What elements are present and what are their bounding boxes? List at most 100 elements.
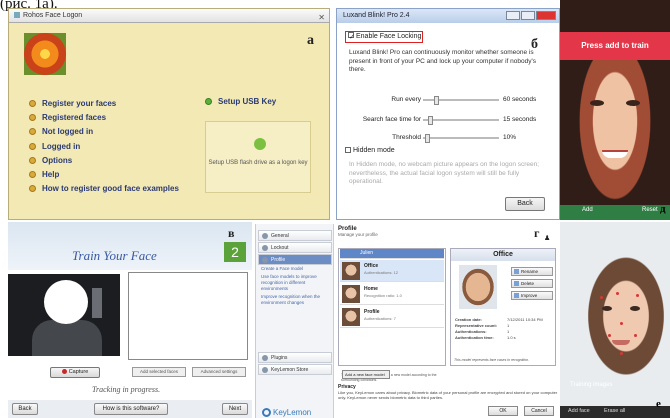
face-eye bbox=[630, 306, 640, 311]
slider-knob[interactable] bbox=[433, 96, 439, 105]
bullet-icon bbox=[205, 98, 212, 105]
menu-help[interactable]: Help bbox=[29, 168, 179, 182]
luxand-blink-window: Luxand Blink! Pro 2.4 б ✓Enable Face Loc… bbox=[336, 8, 560, 220]
next-button[interactable]: Next bbox=[222, 403, 248, 415]
landmark-dot bbox=[636, 294, 639, 297]
delete-button[interactable]: Delete bbox=[511, 279, 553, 288]
landmark-dot bbox=[620, 322, 623, 325]
list-item[interactable]: Home Recognition ratio: 1.0 bbox=[340, 283, 444, 305]
list-header: Julien bbox=[340, 249, 444, 259]
list-item[interactable]: Office Authentications: 12 bbox=[340, 260, 444, 282]
improve-button[interactable]: Improve bbox=[511, 291, 553, 300]
page-subtitle: Manage your profile bbox=[338, 232, 378, 237]
general-icon bbox=[262, 233, 268, 239]
face-lips bbox=[612, 340, 630, 345]
sidebar-item-lockout[interactable]: Lockout bbox=[258, 242, 332, 253]
usb-setup-box[interactable]: Setup USB flash drive as a logon key bbox=[205, 121, 311, 193]
title-bar: Rohos Face Logon ✕ bbox=[9, 9, 329, 23]
lock-icon bbox=[262, 245, 268, 251]
menu-register-faces[interactable]: Register your faces bbox=[29, 97, 179, 111]
sidebar-item-profile[interactable]: Profile bbox=[258, 254, 332, 265]
privacy-section: Privacy Like you, KeyLemon cares about pr… bbox=[338, 384, 558, 401]
add-button[interactable]: Add bbox=[582, 207, 593, 213]
checkbox-icon: ✓ bbox=[348, 32, 355, 41]
search-time-slider[interactable] bbox=[423, 116, 499, 125]
bullet-icon bbox=[29, 170, 36, 178]
menu-not-logged-in[interactable]: Not logged in bbox=[29, 125, 179, 139]
menu-logged-in[interactable]: Logged in bbox=[29, 140, 179, 154]
person-body bbox=[32, 320, 102, 356]
footer: Back How is this software? Next bbox=[8, 400, 252, 418]
bullet-icon bbox=[29, 142, 36, 150]
maximize-button[interactable] bbox=[521, 11, 535, 20]
sidebar: General Lockout Profile Create a Face mo… bbox=[256, 224, 334, 418]
detail-title: Office bbox=[451, 249, 555, 261]
sidebar-item-store[interactable]: KeyLemon Store bbox=[258, 364, 332, 375]
press-add-banner: Press add to train bbox=[560, 32, 670, 60]
reset-button[interactable]: Reset bbox=[642, 207, 658, 213]
webcam-preview bbox=[8, 274, 120, 356]
face-model-list: Julien Office Authentications: 12 Home Rec… bbox=[338, 248, 446, 382]
bullet-icon bbox=[29, 156, 36, 164]
keylemon-logo: KeyLemon bbox=[262, 408, 311, 417]
tracking-status: Tracking in progress. bbox=[92, 385, 161, 394]
enable-face-locking-checkbox[interactable]: ✓Enable Face Locking bbox=[345, 31, 423, 43]
minimize-button[interactable] bbox=[506, 11, 520, 20]
threshold-slider[interactable] bbox=[423, 134, 499, 143]
store-icon bbox=[262, 367, 268, 373]
add-face-model-button[interactable]: Add a new face model bbox=[342, 370, 390, 379]
window-title: Luxand Blink! Pro 2.4 bbox=[343, 12, 410, 19]
landmark-dot bbox=[616, 292, 619, 295]
erase-all-button[interactable]: Erase all bbox=[604, 408, 625, 414]
face-mesh-photo: Training images Add face Erase all е bbox=[560, 222, 670, 418]
hidden-mode-description: In Hidden mode, no webcam picture appear… bbox=[349, 161, 540, 185]
close-icon[interactable]: ✕ bbox=[318, 11, 325, 25]
slider-knob[interactable] bbox=[424, 134, 430, 143]
step-badge: 2 bbox=[224, 242, 246, 262]
description-text: Luxand Blink! Pro can continuously monit… bbox=[349, 49, 536, 73]
page-title: Train Your Face bbox=[72, 248, 157, 263]
run-every-slider[interactable] bbox=[423, 96, 499, 105]
user-icon[interactable]: ♟ bbox=[544, 234, 550, 242]
close-button[interactable] bbox=[536, 11, 556, 20]
ok-button[interactable]: OK bbox=[488, 406, 518, 416]
menu-options[interactable]: Options bbox=[29, 154, 179, 168]
link-create-model[interactable]: Create a Face model bbox=[261, 266, 331, 272]
model-photo bbox=[459, 265, 497, 309]
face-smile bbox=[602, 150, 628, 158]
back-button[interactable]: Back bbox=[12, 403, 38, 415]
plugin-icon bbox=[262, 355, 268, 361]
link-use-models[interactable]: Use face models to improve recognition i… bbox=[261, 274, 331, 292]
panel-letter: г bbox=[534, 226, 540, 240]
advanced-settings-button[interactable]: Advanced settings bbox=[192, 367, 246, 377]
bullet-icon bbox=[29, 128, 36, 136]
sidebar-item-general[interactable]: General bbox=[258, 230, 332, 241]
face-eye bbox=[602, 306, 612, 311]
help-button[interactable]: How is this software? bbox=[94, 403, 168, 415]
rohos-face-logon-window: Rohos Face Logon ✕ а Register your faces… bbox=[8, 8, 330, 220]
menu-registered-faces[interactable]: Registered faces bbox=[29, 111, 179, 125]
face-eye bbox=[590, 100, 604, 106]
add-face-button[interactable]: Add face bbox=[568, 408, 590, 414]
rename-button[interactable]: Rename bbox=[511, 267, 553, 276]
slider-knob[interactable] bbox=[427, 116, 433, 125]
face-training-photo: Press add to train Add Reset д bbox=[560, 0, 670, 220]
slider-row-threshold: Threshold 10% bbox=[392, 134, 517, 143]
bullet-icon bbox=[29, 185, 36, 193]
face-eye bbox=[626, 100, 640, 106]
detail-note: This model represents face cases in reco… bbox=[454, 358, 530, 362]
list-item[interactable]: Profile Authentications: 7 bbox=[340, 306, 444, 328]
setup-usb-key-link[interactable]: Setup USB Key bbox=[205, 97, 276, 106]
hidden-mode-checkbox[interactable]: Hidden mode bbox=[345, 147, 395, 154]
capture-button[interactable]: Capture bbox=[50, 367, 100, 378]
back-button[interactable]: Back bbox=[505, 197, 545, 211]
captured-faces-list[interactable] bbox=[128, 272, 248, 360]
sidebar-item-plugins[interactable]: Plugins bbox=[258, 352, 332, 363]
menu-how-to-register[interactable]: How to register good face examples bbox=[29, 182, 179, 196]
face-mask bbox=[44, 280, 88, 324]
add-selected-button[interactable]: Add selected faces bbox=[132, 367, 186, 377]
panel-letter: а bbox=[307, 33, 314, 48]
link-improve[interactable]: Improve recognition when the environment… bbox=[261, 294, 331, 306]
profile-icon bbox=[262, 257, 268, 263]
cancel-button[interactable]: Cancel bbox=[524, 406, 554, 416]
